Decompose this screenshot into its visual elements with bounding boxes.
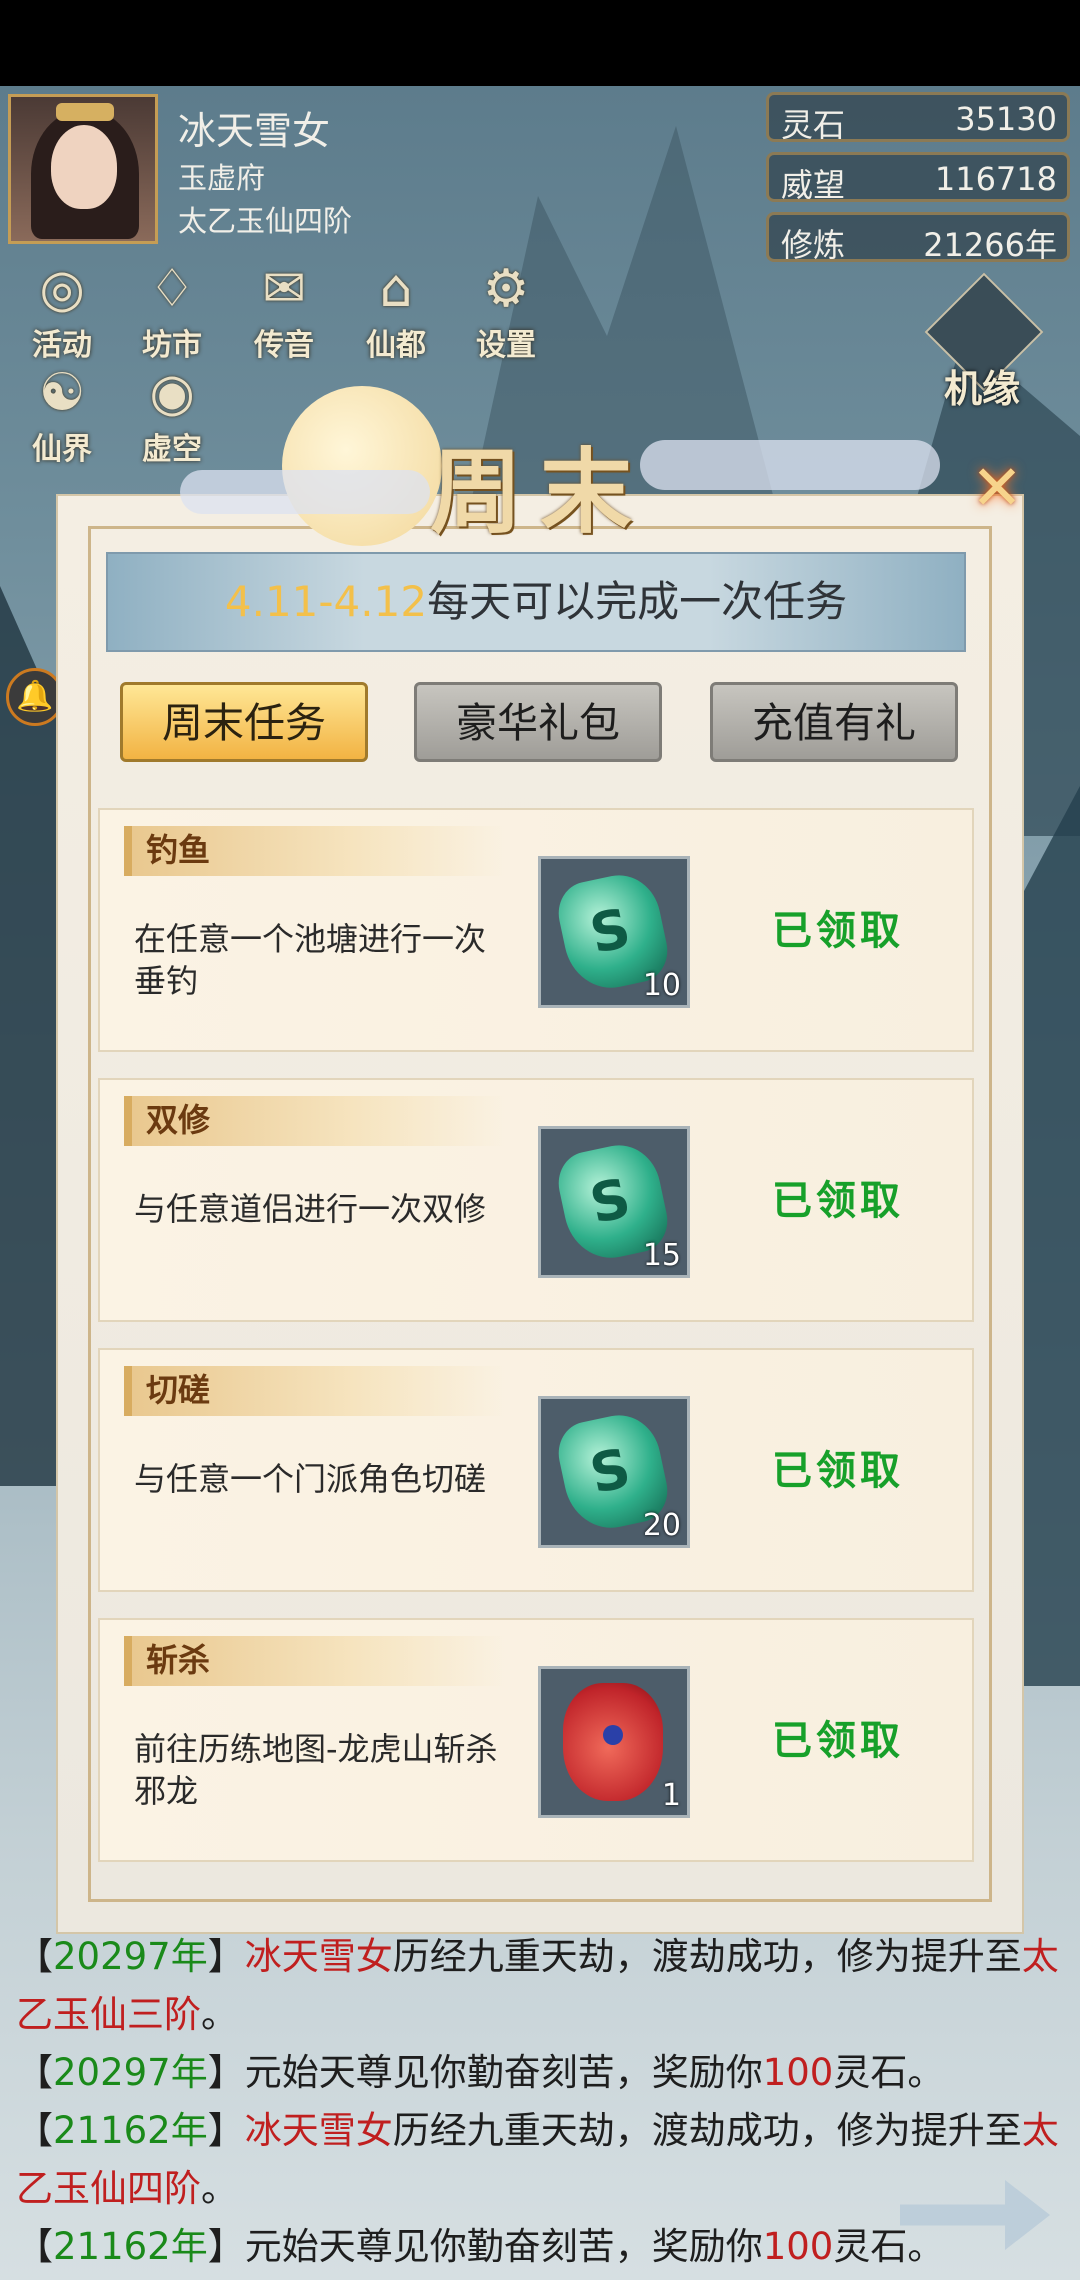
stat-lingshi: 灵石 35130 — [766, 92, 1070, 144]
menu-label: 仙界 — [32, 432, 92, 467]
menu-activity[interactable]: ◎ 活动 — [12, 258, 112, 363]
menu-mail[interactable]: ✉ 传音 — [234, 258, 334, 363]
log-entry: 【21162年】元始天尊见你勤奋刻苦，奖励你100灵石。 — [16, 2225, 945, 2268]
log-entry: 【20297年】冰天雪女历经九重天劫，渡劫成功，修为提升至太乙玉仙三阶。 — [16, 1935, 1059, 2036]
stat-weiwang: 威望 116718 — [766, 152, 1070, 204]
log-player: 冰天雪女 — [244, 2109, 393, 2152]
task-card: 钓鱼 在任意一个池塘进行一次垂钓 S 10 已领取 — [98, 808, 974, 1052]
task-desc: 与任意一个门派角色切磋 — [134, 1460, 487, 1498]
reward-slot[interactable]: S 15 — [538, 1126, 690, 1278]
log-text: 灵石。 — [833, 2051, 945, 2094]
moon-decoration — [282, 386, 442, 546]
log-amount: 100 — [762, 2051, 834, 2094]
reward-slot[interactable]: S 10 — [538, 856, 690, 1008]
menu-label: 设置 — [476, 328, 536, 363]
stat-value: 116718 — [934, 160, 1057, 198]
task-status: 已领取 — [772, 907, 904, 954]
reward-qty: 10 — [642, 968, 681, 1003]
stat-value: 21266年 — [923, 226, 1057, 264]
reward-qty: 1 — [661, 1778, 681, 1813]
task-card: 斩杀 前往历练地图-龙虎山斩杀邪龙 1 已领取 — [98, 1618, 974, 1862]
menu-label: 坊市 — [142, 328, 202, 363]
log-text: 灵石。 — [833, 2225, 945, 2268]
close-icon: ✕ — [971, 451, 1023, 524]
menu-label: 传音 — [254, 328, 314, 363]
reward-slot[interactable]: S 20 — [538, 1396, 690, 1548]
tab-recharge-gift[interactable]: 充值有礼 — [710, 682, 958, 762]
menu-label: 仙都 — [366, 328, 426, 363]
task-desc: 在任意一个池塘进行一次垂钓 — [134, 920, 487, 1000]
stat-xiulian: 修炼 21266年 — [766, 212, 1070, 264]
menu-void[interactable]: ◉ 虚空 — [122, 362, 222, 467]
menu-label: 活动 — [32, 328, 92, 363]
stat-label: 威望 — [781, 166, 846, 204]
fortune-button[interactable]: 机缘 — [912, 272, 1052, 420]
gear-icon: ⚙ — [482, 259, 530, 319]
void-icon: ◉ — [149, 363, 195, 423]
task-card: 切磋 与任意一个门派角色切磋 S 20 已领取 — [98, 1348, 974, 1592]
date-banner: 4.11-4.12每天可以完成一次任务 — [106, 552, 966, 652]
task-status: 已领取 — [772, 1447, 904, 1494]
cloud-decoration — [180, 470, 430, 514]
log-year: 21162年 — [53, 2225, 208, 2268]
log-text: 历经九重天劫，渡劫成功，修为提升至 — [392, 1935, 1022, 1978]
menu-label: 虚空 — [142, 432, 202, 467]
reward-qty: 20 — [642, 1508, 681, 1543]
banner-text: 每天可以完成一次任务 — [427, 577, 848, 626]
task-title: 钓鱼 — [124, 826, 504, 876]
stat-label: 修炼 — [781, 226, 846, 264]
task-desc: 与任意道侣进行一次双修 — [134, 1190, 487, 1228]
log-year: 21162年 — [53, 2109, 208, 2152]
tab-label: 周末任务 — [162, 699, 326, 747]
close-button[interactable]: ✕ — [962, 454, 1032, 524]
task-title: 斩杀 — [124, 1636, 504, 1686]
menu-city[interactable]: ⌂ 仙都 — [346, 258, 446, 363]
tab-label: 充值有礼 — [752, 699, 916, 747]
menu-settings[interactable]: ⚙ 设置 — [456, 258, 556, 363]
log-year: 20297年 — [53, 2051, 208, 2094]
stat-value: 35130 — [955, 100, 1057, 138]
immortal-realm-icon: ☯ — [38, 363, 86, 423]
tab-deluxe-gift[interactable]: 豪华礼包 — [414, 682, 662, 762]
log-text: 历经九重天劫，渡劫成功，修为提升至 — [392, 2109, 1022, 2152]
task-status: 已领取 — [772, 1717, 904, 1764]
player-rank: 太乙玉仙四阶 — [178, 204, 353, 238]
task-desc: 前往历练地图-龙虎山斩杀邪龙 — [134, 1730, 498, 1810]
fortune-label: 机缘 — [943, 366, 1020, 411]
market-icon: ♢ — [148, 259, 196, 319]
reward-slot[interactable]: 1 — [538, 1666, 690, 1818]
city-icon: ⌂ — [379, 259, 413, 319]
avatar[interactable] — [8, 94, 158, 244]
activity-icon: ◎ — [39, 259, 85, 319]
log-entry: 【21162年】冰天雪女历经九重天劫，渡劫成功，修为提升至太乙玉仙四阶。 — [16, 2109, 1059, 2210]
log-amount: 100 — [762, 2225, 834, 2268]
log-entry: 【20297年】元始天尊见你勤奋刻苦，奖励你100灵石。 — [16, 2051, 945, 2094]
cloud-decoration — [640, 440, 940, 490]
tab-weekend-tasks[interactable]: 周末任务 — [120, 682, 368, 762]
task-card: 双修 与任意道侣进行一次双修 S 15 已领取 — [98, 1078, 974, 1322]
player-sect: 玉虚府 — [178, 161, 266, 195]
log-year: 20297年 — [53, 1935, 208, 1978]
status-bar — [0, 0, 1080, 86]
player-name: 冰天雪女 — [178, 109, 331, 153]
task-title: 切磋 — [124, 1366, 504, 1416]
modal-title: 周末 — [430, 438, 651, 546]
log-player: 冰天雪女 — [244, 1935, 393, 1978]
mail-icon: ✉ — [262, 259, 306, 319]
reward-qty: 15 — [642, 1238, 681, 1273]
menu-market[interactable]: ♢ 坊市 — [122, 258, 222, 363]
gift-bag-icon — [563, 1683, 663, 1801]
task-title: 双修 — [124, 1096, 504, 1146]
banner-date: 4.11-4.12 — [224, 577, 428, 626]
stat-label: 灵石 — [781, 106, 846, 144]
menu-immortal-realm[interactable]: ☯ 仙界 — [12, 362, 112, 467]
task-status: 已领取 — [772, 1177, 904, 1224]
tab-label: 豪华礼包 — [456, 699, 620, 747]
log-text: 元始天尊见你勤奋刻苦，奖励你 — [244, 2225, 763, 2268]
log-text: 元始天尊见你勤奋刻苦，奖励你 — [244, 2051, 763, 2094]
